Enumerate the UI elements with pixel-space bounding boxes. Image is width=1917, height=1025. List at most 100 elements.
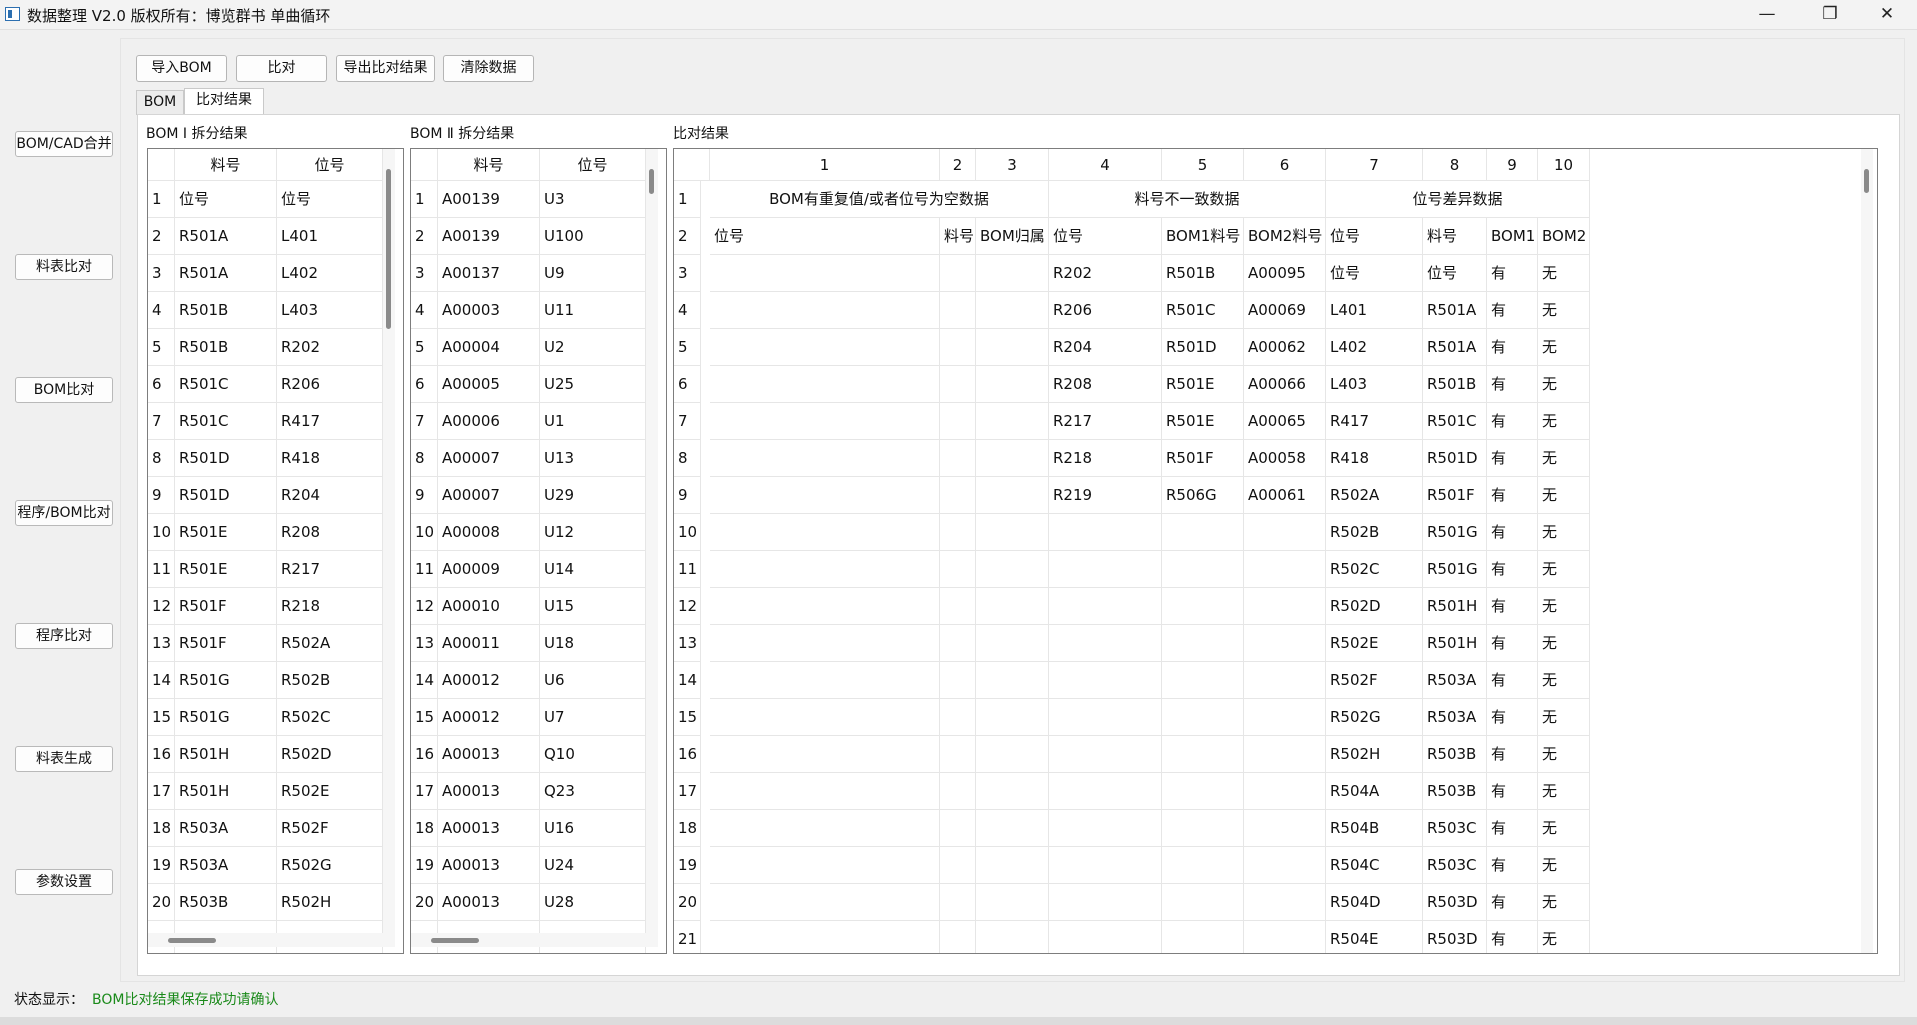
result-col-header[interactable]: 8 [1423, 149, 1487, 181]
bom1-cell-part-no[interactable]: R503B [175, 884, 277, 921]
result-cell[interactable]: R206 [1049, 292, 1162, 329]
result-cell[interactable] [1162, 773, 1244, 810]
bom1-cell-ref-des[interactable]: L402 [277, 255, 383, 292]
result-cell[interactable] [710, 366, 940, 403]
result-cell[interactable] [710, 736, 940, 773]
bom1-cell-ref-des[interactable]: R502B [277, 662, 383, 699]
bom2-row-number[interactable]: 10 [411, 514, 438, 551]
title-bar[interactable]: 数据整理 V2.0 版权所有：博览群书 单曲循环 — ❐ ✕ [0, 0, 1917, 30]
bom2-cell-part-no[interactable]: A00012 [438, 699, 540, 736]
result-cell[interactable] [1244, 551, 1326, 588]
compare-result-table[interactable]: 1 2 3 4 5 6 7 8 9 10 1 BOM有重复值/或者位号为空数据 料号不一致数据 位号差异数… [673, 148, 1878, 954]
result-cell[interactable]: 无 [1538, 884, 1590, 921]
bom1-cell-part-no[interactable]: R501H [175, 773, 277, 810]
bom1-cell-ref-des[interactable]: R417 [277, 403, 383, 440]
result-cell[interactable]: 有 [1487, 255, 1538, 292]
bom1-horizontal-scrollbar[interactable] [148, 933, 395, 947]
result-col-header[interactable]: 1 [710, 149, 940, 181]
result-cell[interactable] [976, 329, 1049, 366]
bom2-header-part-no[interactable]: 料号 [438, 149, 540, 181]
bom2-cell-ref-des[interactable]: U15 [540, 588, 646, 625]
bom2-cell-ref-des[interactable]: U6 [540, 662, 646, 699]
bom2-row-number[interactable]: 2 [411, 218, 438, 255]
bom2-cell-part-no[interactable]: A00013 [438, 810, 540, 847]
result-col-header[interactable]: 5 [1162, 149, 1244, 181]
result-cell[interactable]: R506G [1162, 477, 1244, 514]
bom1-row-number[interactable]: 20 [148, 884, 175, 921]
result-cell[interactable]: 有 [1487, 477, 1538, 514]
bom1-row-number[interactable]: 2 [148, 218, 175, 255]
result-cell[interactable] [1244, 514, 1326, 551]
result-cell[interactable]: 有 [1487, 921, 1538, 953]
result-cell[interactable]: R501E [1162, 366, 1244, 403]
bom1-cell-part-no[interactable]: R501A [175, 255, 277, 292]
bom1-row-number[interactable]: 5 [148, 329, 175, 366]
result-cell[interactable]: 有 [1487, 329, 1538, 366]
bom2-cell-ref-des[interactable]: U12 [540, 514, 646, 551]
result-cell[interactable]: A00069 [1244, 292, 1326, 329]
bom1-row-number[interactable]: 15 [148, 699, 175, 736]
bom2-cell-part-no[interactable]: A00008 [438, 514, 540, 551]
bom2-cell-part-no[interactable]: A00013 [438, 847, 540, 884]
bom2-cell-ref-des[interactable]: U24 [540, 847, 646, 884]
result-cell[interactable]: R502B [1326, 514, 1423, 551]
close-button[interactable]: ✕ [1864, 0, 1910, 30]
bom1-row-number[interactable]: 8 [148, 440, 175, 477]
result-cell[interactable] [1244, 810, 1326, 847]
result-cell[interactable] [1049, 699, 1162, 736]
bom2-row-number[interactable]: 18 [411, 810, 438, 847]
bom1-vertical-scrollbar[interactable] [383, 149, 395, 933]
result-col-header[interactable]: 7 [1326, 149, 1423, 181]
bom2-cell-ref-des[interactable]: U9 [540, 255, 646, 292]
result-sub-header[interactable]: 料号 [940, 218, 976, 255]
bom2-row-number[interactable]: 9 [411, 477, 438, 514]
result-cell[interactable] [976, 773, 1049, 810]
result-row-number[interactable]: 10 [674, 514, 701, 551]
result-row-number[interactable]: 21 [674, 921, 701, 953]
sidebar-item-sheet-generate[interactable]: 料表生成 [15, 746, 113, 772]
result-cell[interactable]: A00058 [1244, 440, 1326, 477]
bom1-cell-ref-des[interactable]: R502A [277, 625, 383, 662]
result-sub-header[interactable]: BOM归属 [976, 218, 1049, 255]
bom2-cell-ref-des[interactable]: U1 [540, 403, 646, 440]
result-cell[interactable]: R417 [1326, 403, 1423, 440]
result-cell[interactable] [1049, 662, 1162, 699]
bom2-cell-part-no[interactable]: A00013 [438, 773, 540, 810]
result-cell[interactable] [940, 810, 976, 847]
result-cell[interactable]: R204 [1049, 329, 1162, 366]
result-cell[interactable]: 无 [1538, 662, 1590, 699]
result-cell[interactable]: 无 [1538, 329, 1590, 366]
result-cell[interactable]: R219 [1049, 477, 1162, 514]
tab-bom[interactable]: BOM [136, 90, 184, 115]
result-cell[interactable]: R501F [1423, 477, 1487, 514]
result-sub-header[interactable]: 位号 [710, 218, 940, 255]
result-cell[interactable] [710, 662, 940, 699]
bom2-cell-ref-des[interactable]: U29 [540, 477, 646, 514]
result-cell[interactable] [976, 440, 1049, 477]
result-cell[interactable]: 有 [1487, 736, 1538, 773]
result-cell[interactable]: 无 [1538, 625, 1590, 662]
result-cell[interactable] [1162, 662, 1244, 699]
bom1-cell-part-no[interactable]: R501F [175, 588, 277, 625]
result-cell[interactable] [1162, 514, 1244, 551]
bom1-cell-part-no[interactable]: R501B [175, 329, 277, 366]
bom1-cell-ref-des[interactable]: R502D [277, 736, 383, 773]
result-cell[interactable]: R501D [1423, 440, 1487, 477]
result-cell[interactable]: R503D [1423, 884, 1487, 921]
result-row-number[interactable]: 20 [674, 884, 701, 921]
result-col-header[interactable]: 3 [976, 149, 1049, 181]
result-row-number[interactable]: 6 [674, 366, 701, 403]
bom2-row-number[interactable]: 3 [411, 255, 438, 292]
bom2-vertical-scrollbar[interactable] [646, 149, 658, 933]
bom1-row-number[interactable]: 3 [148, 255, 175, 292]
result-cell[interactable] [710, 810, 940, 847]
result-cell[interactable]: 无 [1538, 551, 1590, 588]
result-cell[interactable] [1244, 773, 1326, 810]
result-cell[interactable] [1162, 921, 1244, 953]
result-cell[interactable] [710, 625, 940, 662]
result-row-number[interactable]: 1 [674, 181, 701, 218]
result-cell[interactable]: L403 [1326, 366, 1423, 403]
result-sub-header[interactable]: 位号 [1049, 218, 1162, 255]
result-cell[interactable]: R501A [1423, 292, 1487, 329]
result-cell[interactable] [1049, 921, 1162, 953]
